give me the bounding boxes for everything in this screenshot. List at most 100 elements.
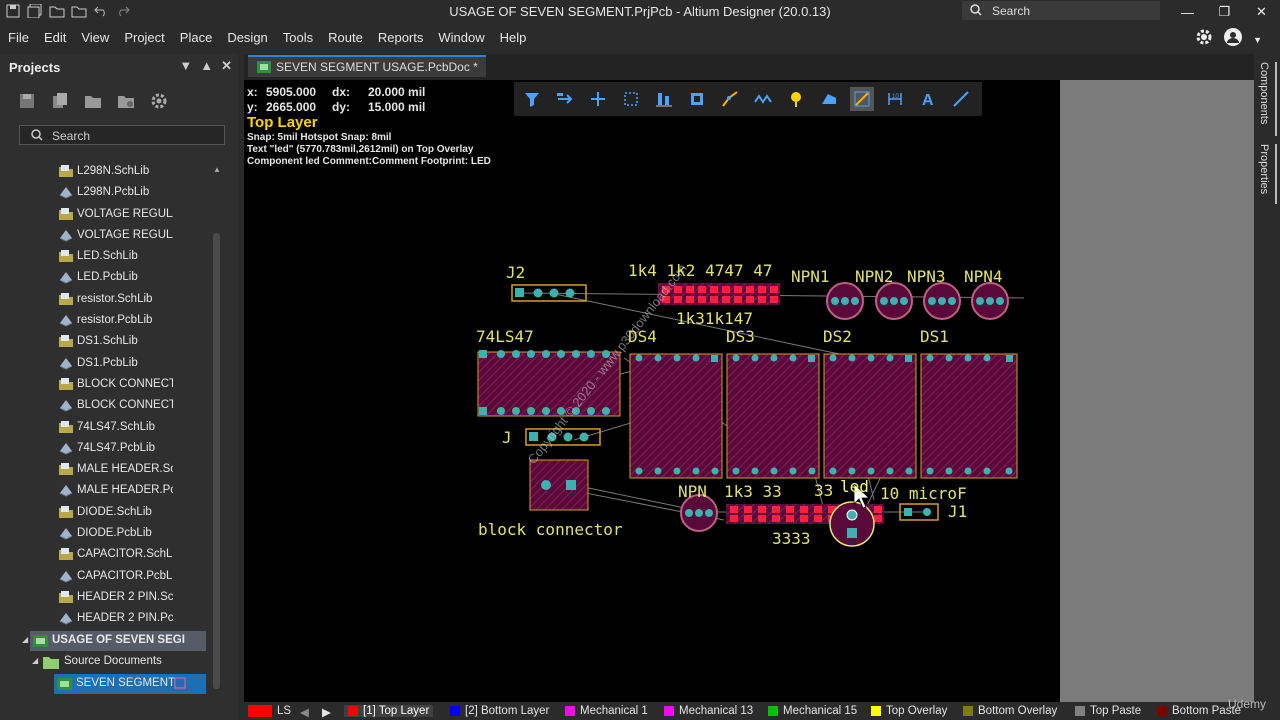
menu-tools[interactable]: Tools <box>283 30 313 45</box>
pcb-canvas[interactable]: Copyright © 2020 - www.p30download.com J… <box>244 80 1060 702</box>
tree-item[interactable]: BLOCK CONNECTC <box>0 374 210 395</box>
tree-item[interactable]: resistor.PcbLib <box>0 310 210 331</box>
tree-item[interactable]: VOLTAGE REGULA <box>0 204 210 225</box>
tree-item[interactable]: 74LS47.SchLib <box>0 417 210 438</box>
compile-icon[interactable] <box>51 92 72 112</box>
components-panel-tab[interactable]: Components <box>1258 62 1277 136</box>
component-led[interactable] <box>829 501 875 547</box>
tree-item[interactable]: 74LS47.PcbLib <box>0 438 210 459</box>
label-led[interactable]: led <box>840 477 869 496</box>
scrollbar-thumb[interactable] <box>213 233 220 689</box>
tree-item[interactable]: MALE HEADER.Sch <box>0 459 210 480</box>
settings-icon[interactable] <box>150 92 171 112</box>
user-avatar-icon[interactable] <box>1223 27 1243 52</box>
move-icon[interactable] <box>553 87 577 111</box>
open-folder-icon[interactable] <box>48 2 66 20</box>
menu-place[interactable]: Place <box>180 30 213 45</box>
tree-item[interactable]: CAPACITOR.SchLib <box>0 544 210 565</box>
minimize-button[interactable]: — <box>1169 0 1206 24</box>
place-line-icon[interactable] <box>949 87 973 111</box>
layer-scroll-left-icon[interactable]: ◀ <box>300 705 309 719</box>
tree-item[interactable]: HEADER 2 PIN.Pcb <box>0 608 210 629</box>
layer-tab-bottom-layer[interactable]: [2] Bottom Layer <box>450 705 549 717</box>
via-icon[interactable] <box>784 87 808 111</box>
cross-icon[interactable] <box>586 87 610 111</box>
save-project-icon[interactable] <box>18 92 39 112</box>
layer-tab-bottom-overlay[interactable]: Bottom Overlay <box>963 705 1057 717</box>
pcb-drawing: Copyright © 2020 - www.p30download.com <box>477 261 1025 547</box>
menu-route[interactable]: Route <box>328 30 363 45</box>
tree-item[interactable]: DS1.PcbLib <box>0 353 210 374</box>
polygon-icon[interactable] <box>817 87 841 111</box>
differential-pair-icon[interactable] <box>751 87 775 111</box>
open-folder-icon[interactable] <box>84 92 105 112</box>
tree-item[interactable]: HEADER 2 PIN.Sch <box>0 587 210 608</box>
pcb-document-item[interactable]: SEVEN SEGMENT U <box>54 674 206 694</box>
save-icon[interactable] <box>4 2 22 20</box>
text-tool-icon[interactable]: A <box>916 87 940 111</box>
close-window-button[interactable]: ✕ <box>1243 0 1280 24</box>
tree-item[interactable]: LED.SchLib <box>0 246 210 267</box>
source-documents-folder[interactable]: ◢ Source Documents <box>32 652 210 672</box>
menu-window[interactable]: Window <box>438 30 484 45</box>
component-block-connector[interactable] <box>529 459 589 511</box>
layer-tab-mechanical-1[interactable]: Mechanical 1 <box>565 705 648 717</box>
align-icon[interactable] <box>652 87 676 111</box>
tree-item[interactable]: DS1.SchLib <box>0 331 210 352</box>
tree-item[interactable]: DIODE.PcbLib <box>0 523 210 544</box>
component-icon[interactable] <box>685 87 709 111</box>
chevron-down-icon[interactable]: ▼ <box>1253 35 1262 45</box>
menu-design[interactable]: Design <box>227 30 267 45</box>
projects-search-input[interactable]: Search <box>19 125 225 145</box>
layer-tab-top-paste[interactable]: Top Paste <box>1075 705 1141 717</box>
tree-item[interactable]: L298N.SchLib <box>0 161 210 182</box>
layer-swatch <box>450 706 460 716</box>
gear-icon[interactable] <box>1195 28 1213 51</box>
scroll-up-icon[interactable]: ▲ <box>213 165 221 174</box>
redo-icon[interactable] <box>114 2 132 20</box>
tree-item[interactable]: VOLTAGE REGULA <box>0 225 210 246</box>
menu-view[interactable]: View <box>81 30 109 45</box>
menu-help[interactable]: Help <box>500 30 527 45</box>
global-search-input[interactable]: Search <box>962 1 1160 20</box>
tree-item[interactable]: BLOCK CONNECTC <box>0 395 210 416</box>
layer-tab-mechanical-15[interactable]: Mechanical 15 <box>768 705 857 717</box>
svg-text:10: 10 <box>892 94 899 100</box>
undo-icon[interactable] <box>92 2 110 20</box>
collapse-arrow-icon[interactable]: ◢ <box>22 635 28 644</box>
seven-segment-displays[interactable] <box>629 353 1018 479</box>
collapse-arrow-icon[interactable]: ◢ <box>32 656 38 665</box>
tab-pcbdoc[interactable]: SEVEN SEGMENT USAGE.PcbDoc * <box>248 55 486 77</box>
layer-scroll-right-icon[interactable]: ▶ <box>322 705 331 719</box>
pin-icon[interactable]: ▲ <box>200 58 213 74</box>
layer-tab-top-overlay[interactable]: Top Overlay <box>871 705 947 717</box>
project-options-icon[interactable] <box>117 92 138 112</box>
layer-set-button[interactable]: LS <box>277 705 291 717</box>
tree-item[interactable]: MALE HEADER.Pcb <box>0 480 210 501</box>
menu-reports[interactable]: Reports <box>378 30 424 45</box>
menu-edit[interactable]: Edit <box>44 30 66 45</box>
restore-button[interactable]: ❐ <box>1206 0 1243 24</box>
select-icon[interactable] <box>619 87 643 111</box>
tree-item[interactable]: CAPACITOR.PcbLit <box>0 566 210 587</box>
tree-item[interactable]: LED.PcbLib <box>0 267 210 288</box>
route-icon[interactable] <box>718 87 742 111</box>
layer-tab-mechanical-13[interactable]: Mechanical 13 <box>664 705 753 717</box>
save-all-icon[interactable] <box>26 2 44 20</box>
properties-panel-tab[interactable]: Properties <box>1258 144 1277 204</box>
tree-item[interactable]: L298N.PcbLib <box>0 182 210 203</box>
tree-item[interactable]: DIODE.SchLib <box>0 502 210 523</box>
layer-tab-top-layer[interactable]: [1] Top Layer <box>344 705 434 717</box>
close-icon[interactable]: ✕ <box>221 58 232 74</box>
line-tool-icon[interactable] <box>850 87 874 111</box>
panel-menu-icon[interactable]: ▼ <box>179 58 192 74</box>
tree-scrollbar[interactable]: ▲ <box>212 161 222 706</box>
menu-file[interactable]: File <box>8 30 29 45</box>
filter-icon[interactable] <box>520 87 544 111</box>
dimension-icon[interactable]: 10 <box>883 87 907 111</box>
menu-project[interactable]: Project <box>124 30 164 45</box>
tree-item[interactable]: resistor.SchLib <box>0 289 210 310</box>
project-node[interactable]: ◢ USAGE OF SEVEN SEGI <box>22 631 206 651</box>
open-project-icon[interactable] <box>70 2 88 20</box>
layer-color-indicator[interactable] <box>248 705 272 717</box>
